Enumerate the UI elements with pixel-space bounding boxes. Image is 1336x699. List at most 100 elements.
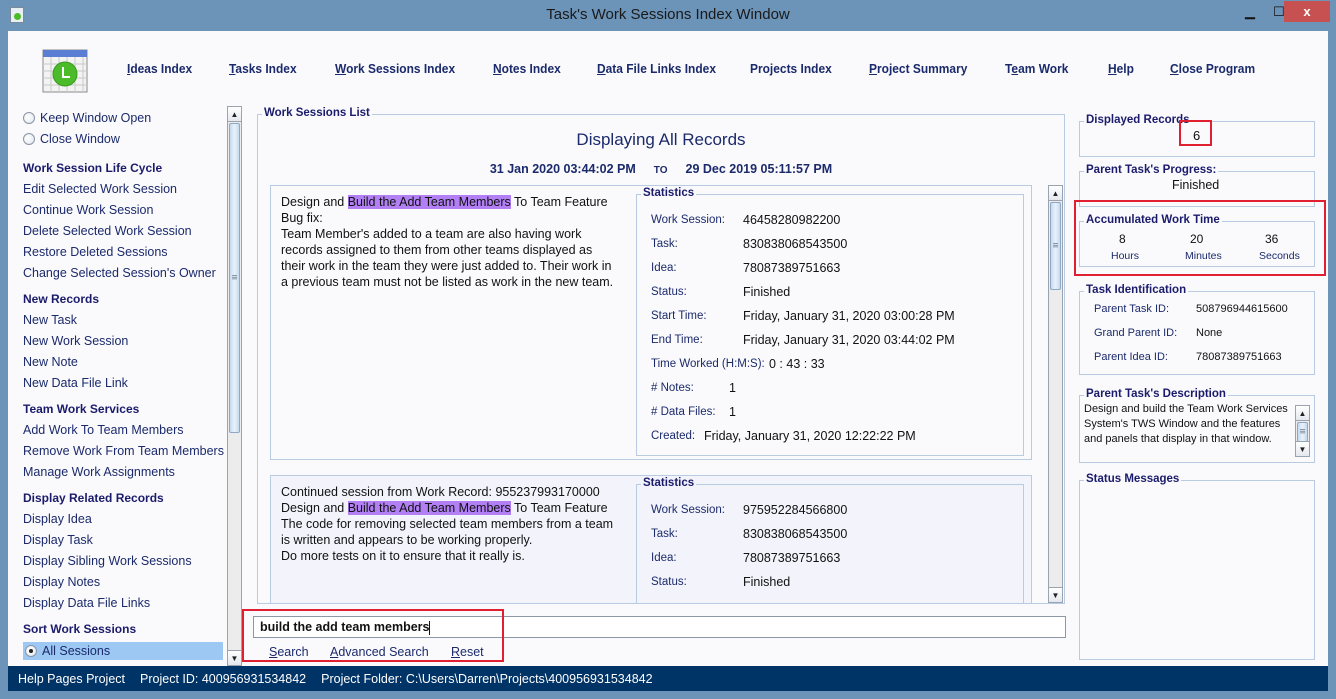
- sidebar-item-restore-deleted-sessions[interactable]: Restore Deleted Sessions: [23, 245, 168, 259]
- status-messages-group: Status Messages: [1079, 473, 1315, 660]
- radio-button-icon[interactable]: [23, 133, 35, 145]
- start-time-value: Friday, January 31, 2020 03:00:28 PM: [743, 309, 955, 323]
- window-title: Task's Work Sessions Index Window: [546, 6, 790, 23]
- scroll-down-arrow-icon[interactable]: ▼: [1049, 587, 1062, 602]
- notes-count-label: # Notes:: [651, 382, 694, 394]
- nav-projects-index[interactable]: Projects Index: [750, 61, 832, 76]
- sidebar-item-new-data-file-link[interactable]: New Data File Link: [23, 376, 128, 390]
- work-session-record[interactable]: Continued session from Work Record: 9552…: [270, 475, 1032, 603]
- sort-all-sessions-radio[interactable]: All Sessions: [23, 642, 223, 660]
- scroll-down-arrow-icon[interactable]: ▼: [1296, 441, 1309, 456]
- radio-label: Close Window: [40, 132, 120, 146]
- scrollbar-thumb[interactable]: [1297, 422, 1308, 442]
- notes-count-value: 1: [729, 381, 736, 395]
- sidebar-item-display-sibling-work-sessions[interactable]: Display Sibling Work Sessions: [23, 554, 192, 568]
- task-identification-group: Task Identification Parent Task ID: 5087…: [1079, 284, 1315, 375]
- close-window-radio[interactable]: Close Window: [23, 132, 120, 146]
- sidebar-section-heading: Team Work Services: [23, 402, 140, 416]
- sidebar-section-heading: Display Related Records: [23, 491, 164, 505]
- description-line: is written and appears to be working pro…: [281, 533, 533, 547]
- sidebar-item-edit-selected-work-session[interactable]: Edit Selected Work Session: [23, 182, 177, 196]
- description-line: their work in the team they were just ad…: [281, 259, 612, 273]
- scroll-up-arrow-icon[interactable]: ▲: [1296, 406, 1309, 421]
- sidebar-item-display-idea[interactable]: Display Idea: [23, 512, 92, 526]
- date-to-label: TO: [653, 165, 668, 176]
- description-scrollbar[interactable]: ▲ ▼: [1295, 405, 1310, 457]
- sidebar-item-display-data-file-links[interactable]: Display Data File Links: [23, 596, 150, 610]
- nav-tasks-index[interactable]: Tasks Index: [229, 61, 297, 76]
- records-scrollbar[interactable]: ▲ ▼: [1048, 185, 1063, 603]
- close-button[interactable]: x: [1284, 1, 1330, 22]
- description-line: Design and Build the Add Team Members To…: [281, 195, 608, 209]
- sidebar-item-display-task[interactable]: Display Task: [23, 533, 93, 547]
- date-range: 31 Jan 2020 03:44:02 PM TO 29 Dec 2019 05:…: [258, 162, 1064, 176]
- search-match-highlight: Build the Add Team Members: [347, 195, 511, 209]
- work-session-record[interactable]: Design and Build the Add Team Members To…: [270, 185, 1032, 460]
- nav-team-work[interactable]: Team Work: [1005, 61, 1068, 76]
- nav-notes-index[interactable]: Notes Index: [493, 61, 561, 76]
- project-name: Help Pages Project: [18, 671, 126, 686]
- sidebar-item-new-note[interactable]: New Note: [23, 355, 78, 369]
- created-label: Created:: [651, 430, 696, 442]
- scrollbar-thumb[interactable]: [229, 123, 240, 433]
- sidebar-item-change-selected-session-s-owner[interactable]: Change Selected Session's Owner: [23, 266, 216, 280]
- description-line: a previous team must not be listed as wo…: [281, 275, 614, 289]
- sidebar: Keep Window Open Close Window Work Session…: [16, 106, 224, 666]
- nav-help[interactable]: Help: [1108, 61, 1134, 76]
- scroll-down-arrow-icon[interactable]: ▼: [228, 650, 241, 665]
- progress-value: Finished: [1172, 178, 1220, 192]
- statistics-group: Statistics Work Session: 46458280982200 …: [636, 187, 1024, 456]
- status-label: Status:: [651, 576, 687, 588]
- radio-button-icon[interactable]: [23, 112, 35, 124]
- sidebar-scrollbar[interactable]: ▲ ▼: [227, 106, 242, 666]
- date-from: 31 Jan 2020 03:44:02 PM: [489, 162, 636, 176]
- nav-ideas-index[interactable]: Ideas Index: [127, 61, 192, 76]
- record-description: Design and Build the Add Team Members To…: [281, 194, 631, 290]
- status-bar: Help Pages Project Project ID: 400956931…: [8, 666, 1328, 691]
- app-window: Task's Work Sessions Index Window ▁ ☐ x …: [0, 0, 1336, 699]
- scroll-up-arrow-icon[interactable]: ▲: [228, 107, 241, 122]
- description-line: The code for removing selected team memb…: [281, 517, 614, 531]
- grand-parent-id-value: None: [1196, 327, 1223, 339]
- task-identification-title: Task Identification: [1084, 284, 1189, 296]
- description-line: Do more tests on it to ensure that it re…: [281, 549, 525, 563]
- parent-task-id-label: Parent Task ID:: [1094, 303, 1169, 315]
- scroll-up-arrow-icon[interactable]: ▲: [1049, 186, 1062, 201]
- annotation-highlight-box: [242, 609, 504, 662]
- client-area: Ideas Index Tasks Index Work Sessions Inde…: [8, 31, 1328, 691]
- project-folder: Project Folder: C:\Users\Darren\Projects…: [321, 671, 653, 686]
- description-text: Design and build the Team Work Services …: [1084, 403, 1288, 445]
- sidebar-item-new-work-session[interactable]: New Work Session: [23, 334, 128, 348]
- radio-button-icon[interactable]: [25, 645, 37, 657]
- sidebar-item-display-notes[interactable]: Display Notes: [23, 575, 100, 589]
- search-match-highlight: Build the Add Team Members: [347, 501, 511, 515]
- description-line: Team Member's added to a team are also h…: [281, 227, 582, 241]
- nav-data-file-links-index[interactable]: Data File Links Index: [597, 61, 716, 76]
- nav-work-sessions-index[interactable]: Work Sessions Index: [335, 61, 455, 76]
- sidebar-item-continue-work-session[interactable]: Continue Work Session: [23, 203, 153, 217]
- status-label: Status:: [651, 286, 687, 298]
- sidebar-item-new-task[interactable]: New Task: [23, 313, 77, 327]
- radio-label: Keep Window Open: [40, 111, 152, 125]
- sidebar-item-add-work-to-team-members[interactable]: Add Work To Team Members: [23, 423, 183, 437]
- description-line: records assigned to them from other team…: [281, 243, 593, 257]
- idea-label: Idea:: [651, 262, 677, 274]
- start-time-label: Start Time:: [651, 310, 707, 322]
- displayed-records-title: Displayed Records: [1084, 114, 1192, 126]
- date-to: 29 Dec 2019 05:11:57 PM: [685, 162, 833, 176]
- minimize-button[interactable]: ▁: [1235, 1, 1265, 22]
- sidebar-item-remove-work-from-team-members[interactable]: Remove Work From Team Members: [23, 444, 224, 458]
- parent-task-description-group: Parent Task's Description Design and bui…: [1079, 388, 1315, 463]
- title-bar[interactable]: Task's Work Sessions Index Window ▁ ☐ x: [0, 0, 1336, 31]
- sidebar-item-delete-selected-work-session[interactable]: Delete Selected Work Session: [23, 224, 192, 238]
- project-id: Project ID: 400956931534842: [140, 671, 307, 686]
- nav-close-program[interactable]: Close Program: [1170, 61, 1255, 76]
- description-line: Design and Build the Add Team Members To…: [281, 501, 608, 515]
- nav-project-summary[interactable]: Project Summary: [869, 61, 967, 76]
- work-session-value: 975952284566800: [743, 503, 848, 517]
- group-title: Work Sessions List: [262, 107, 372, 119]
- created-value: Friday, January 31, 2020 12:22:22 PM: [704, 429, 916, 443]
- keep-window-open-radio[interactable]: Keep Window Open: [23, 111, 151, 125]
- sidebar-item-manage-work-assignments[interactable]: Manage Work Assignments: [23, 465, 175, 479]
- scrollbar-thumb[interactable]: [1050, 202, 1061, 290]
